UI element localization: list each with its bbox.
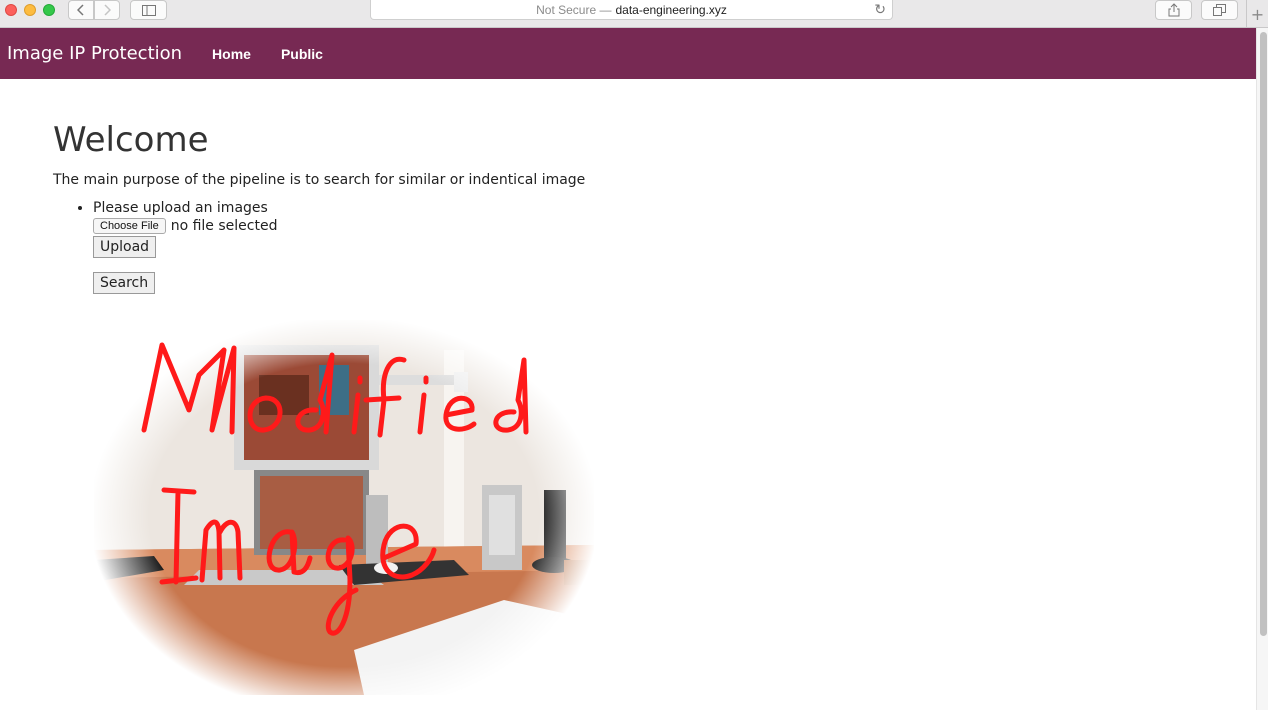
page-title: Welcome <box>53 120 209 160</box>
upload-list: Please upload an images Choose File no f… <box>53 200 953 294</box>
main-content: Welcome The main purpose of the pipeline… <box>53 100 953 294</box>
chevron-right-icon <box>104 4 111 16</box>
site-navbar: Image IP Protection Home Public <box>0 28 1256 79</box>
choose-file-button[interactable]: Choose File <box>93 218 166 234</box>
domain-label: data-engineering.xyz <box>615 2 727 17</box>
handwritten-overlay <box>141 342 529 636</box>
close-window-button[interactable] <box>5 4 17 16</box>
share-icon <box>1168 3 1179 17</box>
address-bar[interactable]: Not Secure — data-engineering.xyz ↻ <box>370 0 893 20</box>
lead-text: The main purpose of the pipeline is to s… <box>53 172 586 188</box>
page-scrollbar[interactable] <box>1256 28 1268 710</box>
new-tab-button[interactable]: + <box>1246 0 1268 28</box>
result-image <box>94 320 594 695</box>
upload-button[interactable]: Upload <box>93 236 157 258</box>
tabs-icon <box>1213 4 1226 16</box>
chevron-left-icon <box>77 4 84 16</box>
scrollbar-thumb[interactable] <box>1260 32 1267 636</box>
share-button[interactable] <box>1155 0 1192 20</box>
reload-icon[interactable]: ↻ <box>874 1 886 18</box>
tabs-button[interactable] <box>1201 0 1238 20</box>
file-input: Choose File no file selected <box>93 218 953 234</box>
sidebar-icon <box>141 4 156 16</box>
forward-button[interactable] <box>94 0 120 20</box>
nav-public[interactable]: Public <box>281 46 323 62</box>
sidebar-button[interactable] <box>130 0 167 20</box>
list-item: Please upload an images Choose File no f… <box>93 200 953 294</box>
search-button[interactable]: Search <box>93 272 156 294</box>
upload-prompt: Please upload an images <box>93 200 268 216</box>
minimize-window-button[interactable] <box>24 4 36 16</box>
maximize-window-button[interactable] <box>43 4 55 16</box>
file-status: no file selected <box>170 218 278 234</box>
browser-toolbar: Not Secure — data-engineering.xyz ↻ + <box>0 0 1268 28</box>
brand-link[interactable]: Image IP Protection <box>7 43 182 64</box>
security-label: Not Secure — <box>536 2 612 17</box>
back-button[interactable] <box>68 0 94 20</box>
nav-home[interactable]: Home <box>212 46 251 62</box>
